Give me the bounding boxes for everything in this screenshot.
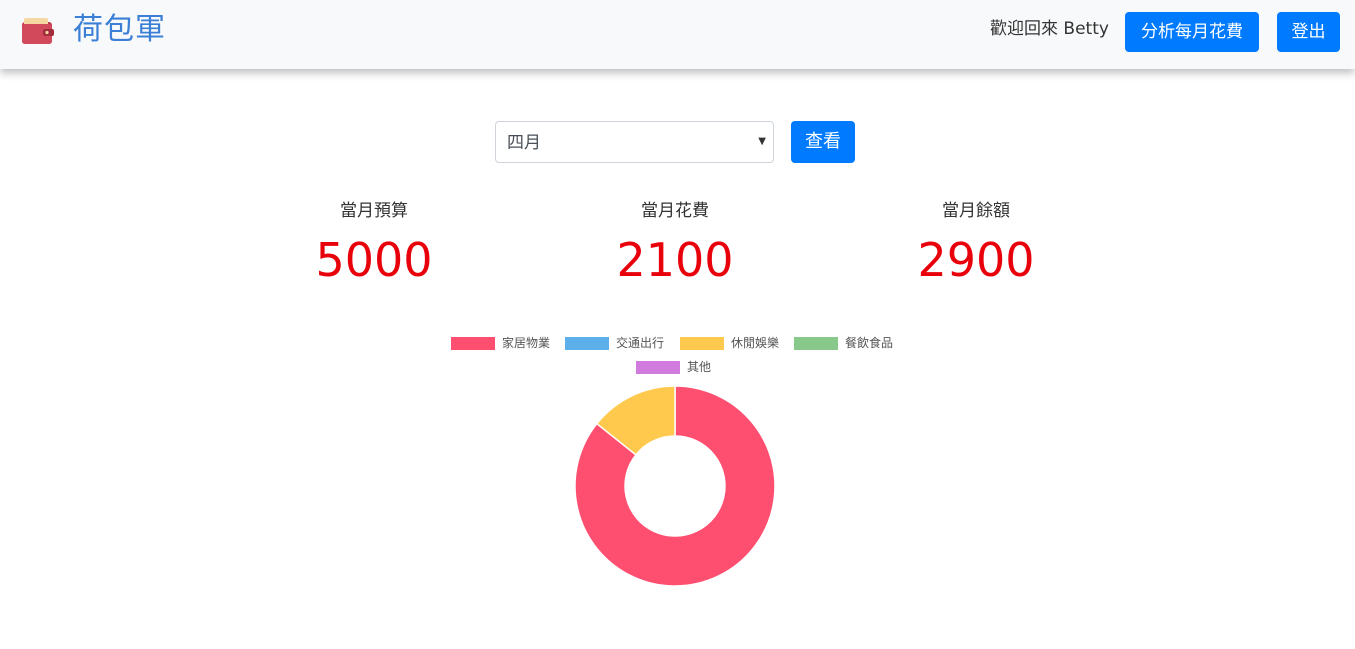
chevron-down-icon: ▼: [758, 136, 766, 147]
legend-swatch: [680, 337, 724, 350]
legend-label: 交通出行: [616, 336, 665, 350]
analyze-monthly-spending-button[interactable]: 分析每月花費: [1125, 12, 1259, 52]
balance-value: 2900: [917, 233, 1035, 287]
legend-swatch: [451, 337, 495, 350]
doughnut-chart: [574, 385, 776, 587]
welcome-text: 歡迎回來 Betty: [990, 19, 1109, 39]
view-button[interactable]: 查看: [791, 121, 855, 163]
legend-label: 休閒娛樂: [731, 336, 780, 350]
brand-title[interactable]: 荷包軍: [73, 10, 166, 50]
legend-swatch: [636, 361, 680, 374]
wallet-icon[interactable]: [21, 16, 54, 46]
logout-button[interactable]: 登出: [1277, 12, 1340, 52]
budget-label: 當月預算: [340, 201, 408, 221]
budget-value: 5000: [315, 233, 433, 287]
legend-label: 家居物業: [502, 336, 551, 350]
legend-swatch: [565, 337, 609, 350]
month-select-value: 四月: [507, 133, 541, 153]
balance-label: 當月餘額: [942, 201, 1010, 221]
legend-swatch: [794, 337, 838, 350]
spent-label: 當月花費: [641, 201, 709, 221]
spent-value: 2100: [616, 233, 734, 287]
legend-label: 餐飲食品: [845, 336, 894, 350]
month-select[interactable]: 四月 ▼: [495, 121, 774, 163]
legend-label: 其他: [687, 360, 712, 374]
navbar: 荷包軍 歡迎回來 Betty 分析每月花費 登出: [0, 0, 1355, 69]
